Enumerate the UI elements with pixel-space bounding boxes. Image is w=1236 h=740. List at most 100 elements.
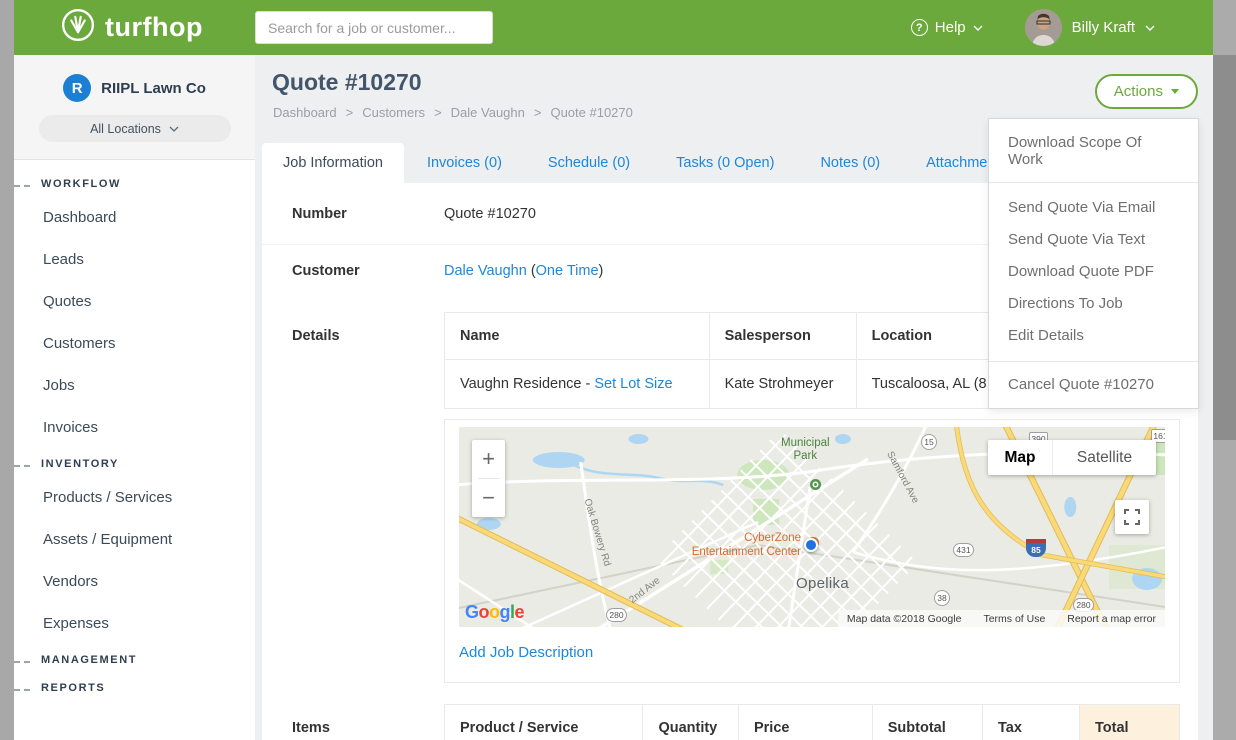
sidebar-item-expenses[interactable]: Expenses (14, 602, 255, 644)
add-job-description-link[interactable]: Add Job Description (459, 644, 593, 661)
menu-item-cancel-quote[interactable]: Cancel Quote #10270 (989, 362, 1198, 408)
company-row[interactable]: R RIIPL Lawn Co (14, 55, 255, 102)
set-lot-size-link[interactable]: Set Lot Size (594, 376, 672, 392)
chevron-down-icon (1145, 25, 1155, 31)
route-shield-38: 38 (934, 590, 950, 606)
report-map-error-link[interactable]: Report a map error (1067, 613, 1156, 625)
map-type-satellite-button[interactable]: Satellite (1052, 440, 1156, 475)
route-shield-15: 15 (921, 434, 937, 450)
map-data-credit: Map data ©2018 Google (847, 613, 962, 625)
actions-button-label: Actions (1114, 83, 1163, 100)
terms-of-use-link[interactable]: Terms of Use (983, 613, 1045, 625)
items-col-price: Price (738, 705, 872, 740)
sidebar-item-customers[interactable]: Customers (14, 322, 255, 364)
company-name: RIIPL Lawn Co (101, 80, 206, 97)
tab-bar: Job Information Invoices (0) Schedule (0… (262, 143, 1051, 183)
sidebar-item-invoices[interactable]: Invoices (14, 406, 255, 448)
property-name: Vaughn Residence - (460, 376, 594, 392)
top-header-bar: turfhop ? Help Billy Kraft (14, 0, 1213, 55)
chevron-down-icon (973, 25, 983, 31)
breadcrumb-separator: > (534, 105, 542, 120)
map-type-control: Map Satellite (988, 440, 1156, 475)
map-attribution: Map data ©2018 Google Terms of Use Repor… (838, 610, 1165, 627)
tab-schedule[interactable]: Schedule (0) (525, 143, 653, 183)
menu-item-download-scope-of-work[interactable]: Download Scope Of Work (989, 119, 1198, 182)
customer-type-link[interactable]: One Time (536, 263, 599, 279)
sidebar-item-leads[interactable]: Leads (14, 238, 255, 280)
google-logo[interactable]: Google (465, 602, 524, 623)
park-marker-icon (810, 479, 821, 490)
company-logo-badge: R (63, 74, 91, 102)
customer-link[interactable]: Dale Vaughn (444, 263, 527, 279)
location-selector[interactable]: All Locations (39, 115, 231, 142)
menu-item-edit-details[interactable]: Edit Details (989, 320, 1198, 352)
customer-label: Customer (292, 263, 444, 279)
search-input[interactable] (255, 11, 493, 44)
items-col-subtotal: Subtotal (872, 705, 982, 740)
window-edge-strip (0, 0, 14, 740)
tab-invoices[interactable]: Invoices (0) (404, 143, 525, 183)
details-col-salesperson: Salesperson (709, 313, 856, 360)
map-card: + − Map Satellite (444, 419, 1180, 683)
tab-tasks[interactable]: Tasks (0 Open) (653, 143, 797, 183)
items-row: Items Product / Service Quantity Price S… (262, 683, 1198, 740)
menu-item-send-quote-via-email[interactable]: Send Quote Via Email (989, 192, 1198, 224)
map-label-municipal-park: MunicipalPark (781, 437, 830, 463)
zoom-out-button[interactable]: − (472, 479, 505, 517)
tab-notes[interactable]: Notes (0) (797, 143, 903, 183)
sidebar-item-products-services[interactable]: Products / Services (14, 476, 255, 518)
menu-item-send-quote-via-text[interactable]: Send Quote Via Text (989, 224, 1198, 256)
menu-item-directions-to-job[interactable]: Directions To Job (989, 288, 1198, 320)
sidebar-item-jobs[interactable]: Jobs (14, 364, 255, 406)
scrollbar-thumb[interactable] (1213, 55, 1236, 440)
fullscreen-button[interactable] (1115, 500, 1149, 534)
map-type-map-button[interactable]: Map (988, 440, 1052, 475)
breadcrumb-customers[interactable]: Customers (362, 105, 425, 120)
app-root: turfhop ? Help Billy Kraft R RI (0, 0, 1236, 740)
actions-button[interactable]: Actions (1095, 74, 1198, 109)
map-zoom-control: + − (472, 440, 505, 517)
help-question-icon: ? (911, 19, 928, 36)
sidebar-item-assets-equipment[interactable]: Assets / Equipment (14, 518, 255, 560)
zoom-in-button[interactable]: + (472, 440, 505, 478)
avatar (1025, 9, 1062, 46)
map-label-opelika: Opelika (796, 575, 849, 592)
sidebar-item-vendors[interactable]: Vendors (14, 560, 255, 602)
paren-close: ) (599, 263, 604, 279)
nav-section-reports: REPORTS (14, 672, 255, 700)
details-label: Details (292, 312, 444, 683)
user-menu[interactable]: Billy Kraft (1025, 9, 1155, 46)
breadcrumb-separator: > (434, 105, 442, 120)
sidebar-item-dashboard[interactable]: Dashboard (14, 196, 255, 238)
nav-section-inventory: INVENTORY (14, 448, 255, 476)
actions-dropdown-menu: Download Scope Of Work Send Quote Via Em… (988, 118, 1199, 409)
scrollbar[interactable] (1213, 0, 1236, 740)
sidebar-nav: WORKFLOW Dashboard Leads Quotes Customer… (14, 160, 255, 700)
help-label: Help (935, 19, 966, 36)
items-col-product-service: Product / Service (445, 705, 643, 740)
menu-item-download-quote-pdf[interactable]: Download Quote PDF (989, 256, 1198, 288)
sidebar-item-quotes[interactable]: Quotes (14, 280, 255, 322)
route-shield-431: 431 (953, 543, 974, 557)
tab-job-information[interactable]: Job Information (262, 143, 404, 183)
user-name: Billy Kraft (1072, 19, 1135, 36)
nav-section-management: MANAGEMENT (14, 644, 255, 672)
items-col-quantity: Quantity (643, 705, 739, 740)
route-shield-280-left: 280 (606, 608, 627, 622)
breadcrumb-dashboard[interactable]: Dashboard (273, 105, 337, 120)
caret-down-icon (1171, 89, 1179, 94)
help-menu[interactable]: ? Help (911, 19, 983, 36)
sidebar-company-block: R RIIPL Lawn Co All Locations (14, 55, 255, 160)
items-label: Items (292, 704, 444, 740)
location-dot-icon (804, 538, 818, 552)
main-content: Quote #10270 Dashboard > Customers > Dal… (255, 55, 1213, 740)
salesperson-value: Kate Strohmeyer (709, 360, 856, 409)
app-logo[interactable]: turfhop (60, 7, 203, 48)
location-selector-label: All Locations (90, 122, 161, 136)
nav-section-workflow: WORKFLOW (14, 168, 255, 196)
number-label: Number (292, 206, 444, 222)
google-map[interactable]: + − Map Satellite (459, 427, 1165, 627)
interstate-85-shield: 85 (1026, 539, 1046, 557)
details-col-name: Name (445, 313, 710, 360)
breadcrumb-dale-vaughn[interactable]: Dale Vaughn (451, 105, 525, 120)
